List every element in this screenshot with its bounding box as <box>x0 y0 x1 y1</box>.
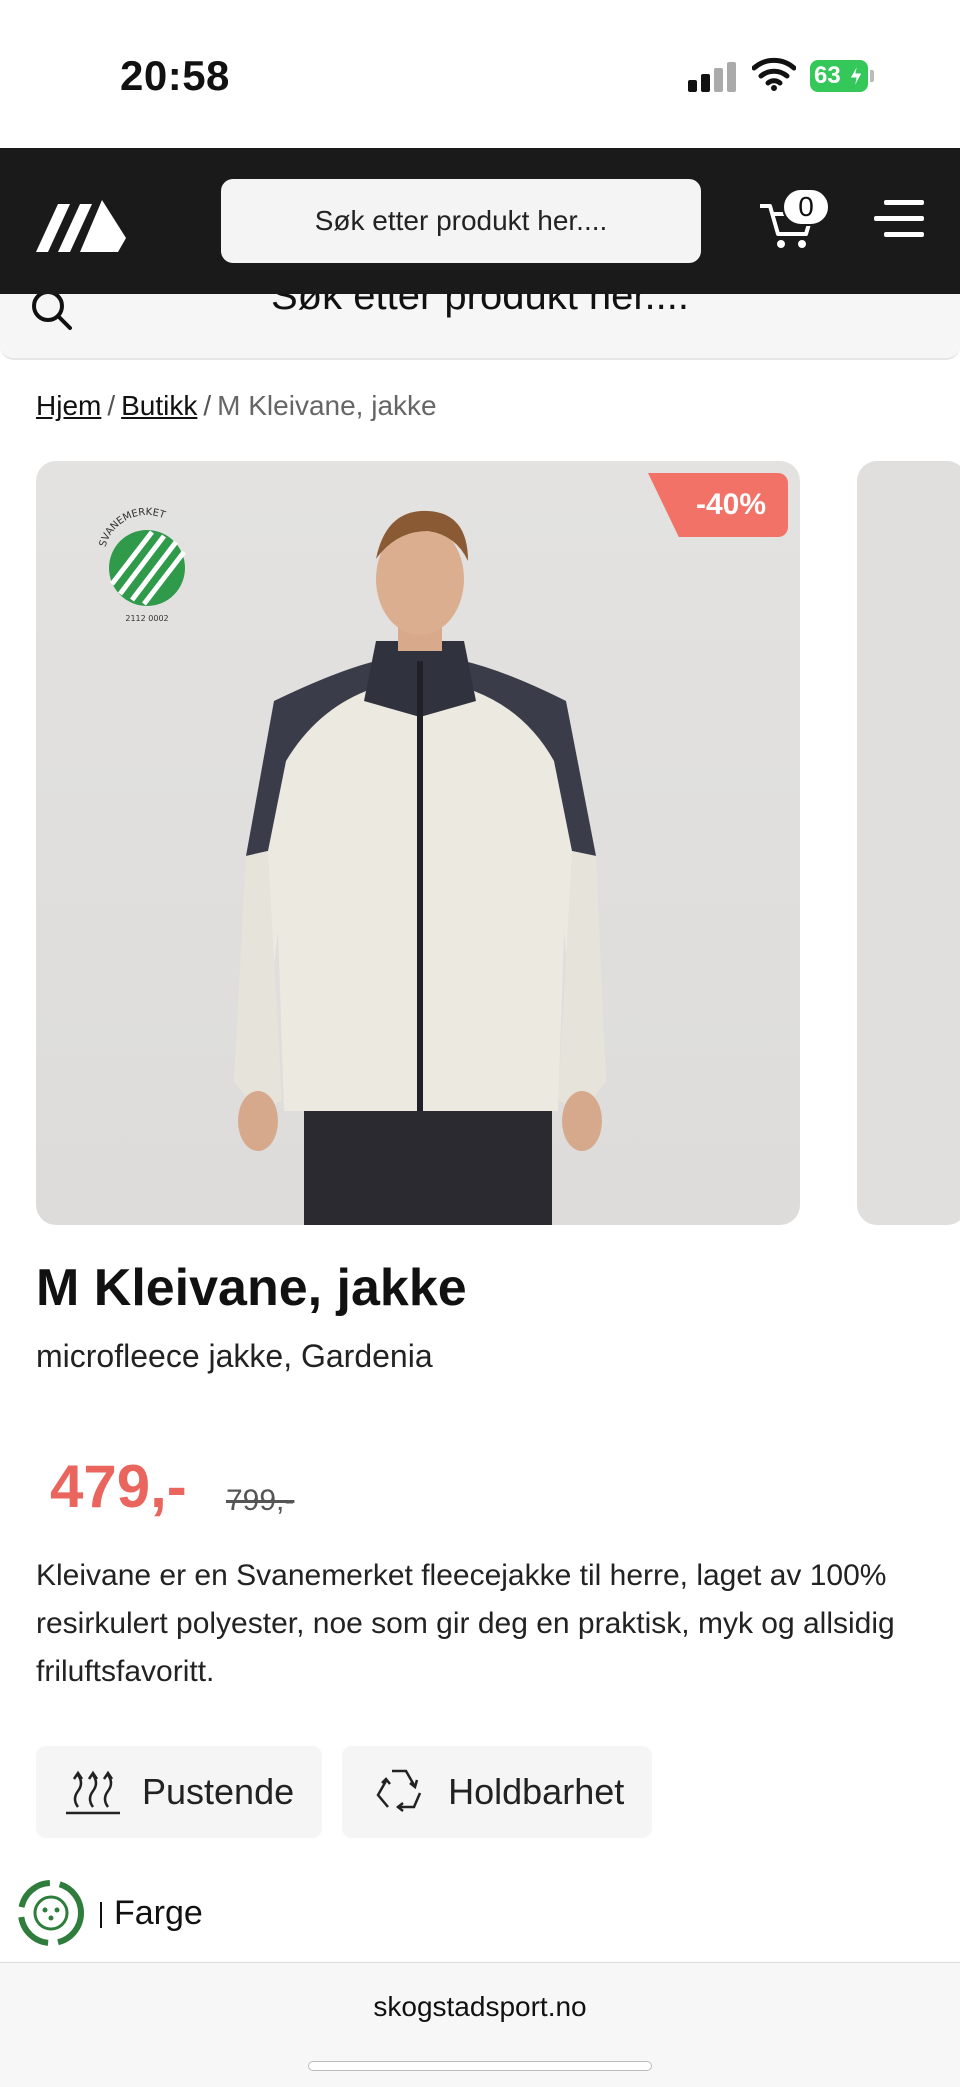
site-header: Søk etter produkt her.... 0 <box>0 148 960 294</box>
feature-durability[interactable]: Holdbarhet <box>342 1746 653 1838</box>
feature-label: Pustende <box>142 1771 295 1812</box>
svanemerket-ecolabel: SVANEMERKET 2112 0002 <box>98 507 186 623</box>
recycle-icon <box>376 1769 422 1812</box>
eco-chat-icon[interactable] <box>16 1878 86 1948</box>
feature-breathable[interactable]: Pustende <box>36 1746 323 1838</box>
feature-list: Pustende Holdbarhet <box>36 1746 653 1838</box>
cart-count-badge[interactable]: 0 <box>782 188 830 226</box>
feature-label: Holdbarhet <box>448 1771 625 1812</box>
color-section: Farge <box>16 1878 203 1948</box>
breathable-icon <box>66 1770 120 1815</box>
hamburger-menu-icon[interactable] <box>874 200 924 240</box>
ecolabel-number: 2112 0002 <box>125 614 168 623</box>
battery-level: 63 <box>814 62 841 89</box>
wifi-icon <box>752 57 796 91</box>
color-label-text: Farge <box>114 1893 203 1932</box>
sale-price: 479,- <box>50 1453 187 1520</box>
original-price: 799,- <box>226 1484 295 1517</box>
breadcrumb-separator: / <box>107 390 116 421</box>
sticky-search-bar[interactable]: Søk etter produkt her.... <box>0 294 960 360</box>
status-time: 20:58 <box>120 52 230 99</box>
home-indicator[interactable] <box>308 2061 652 2071</box>
browser-address-bar[interactable]: skogstadsport.no <box>0 1962 960 2087</box>
url-text[interactable]: skogstadsport.no <box>0 1991 960 2023</box>
breadcrumb-home-link[interactable]: Hjem <box>36 390 101 421</box>
product-title: M Kleivane, jakke <box>36 1259 467 1317</box>
search-input[interactable]: Søk etter produkt her.... <box>221 179 701 263</box>
battery-icon: 63 <box>810 60 874 92</box>
sticky-search-placeholder: Søk etter produkt her.... <box>271 294 689 318</box>
breadcrumb: Hjem / Butikk / M Kleivane, jakke <box>36 390 437 422</box>
product-subtitle: microfleece jakke, Gardenia <box>36 1338 433 1374</box>
charging-icon <box>849 64 863 88</box>
brand-logo[interactable] <box>36 192 126 252</box>
breadcrumb-separator: / <box>203 390 212 421</box>
color-heading: Farge <box>100 1894 203 1933</box>
next-image-preview[interactable] <box>857 461 960 1225</box>
status-bar: 20:58 63 <box>0 0 960 148</box>
breadcrumb-shop-link[interactable]: Butikk <box>121 390 197 421</box>
signal-icon <box>688 62 736 92</box>
product-description: Kleivane er en Svanemerket fleecejakke t… <box>36 1559 895 1688</box>
breadcrumb-current: M Kleivane, jakke <box>217 390 437 421</box>
